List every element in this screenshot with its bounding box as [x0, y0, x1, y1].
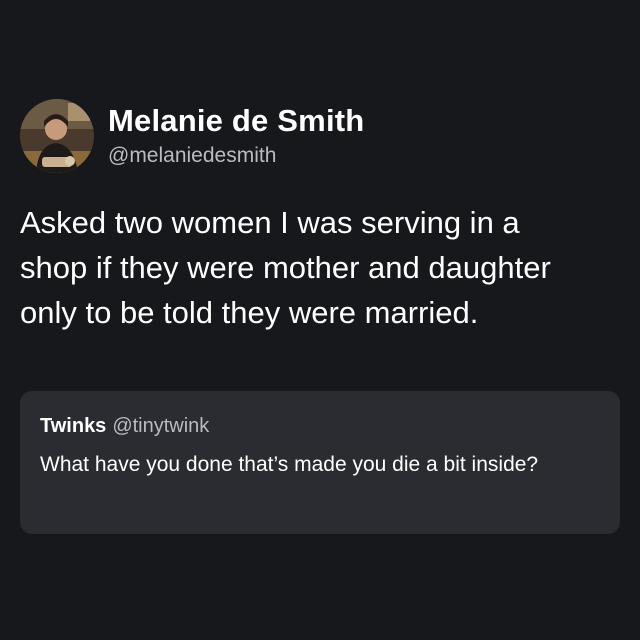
profile-photo-icon: [20, 99, 94, 173]
quoted-tweet-header: Twinks @tinytwink: [40, 413, 600, 439]
tweet: Melanie de Smith @melaniedesmith Asked t…: [20, 98, 620, 335]
author-display-name[interactable]: Melanie de Smith: [108, 103, 364, 139]
quoted-tweet-text: What have you done that’s made you die a…: [40, 453, 539, 476]
quoted-author-handle: @tinytwink: [112, 415, 210, 437]
author-names: Melanie de Smith @melaniedesmith: [108, 103, 364, 169]
quoted-author-display-name: Twinks: [40, 415, 107, 437]
quoted-tweet[interactable]: Twinks @tinytwink What have you done that…: [20, 391, 620, 534]
author-handle[interactable]: @melaniedesmith: [108, 143, 364, 169]
tweet-text: Asked two women I was serving in a shop …: [20, 205, 551, 330]
avatar[interactable]: [20, 99, 94, 173]
tweet-header: Melanie de Smith @melaniedesmith: [20, 98, 620, 174]
